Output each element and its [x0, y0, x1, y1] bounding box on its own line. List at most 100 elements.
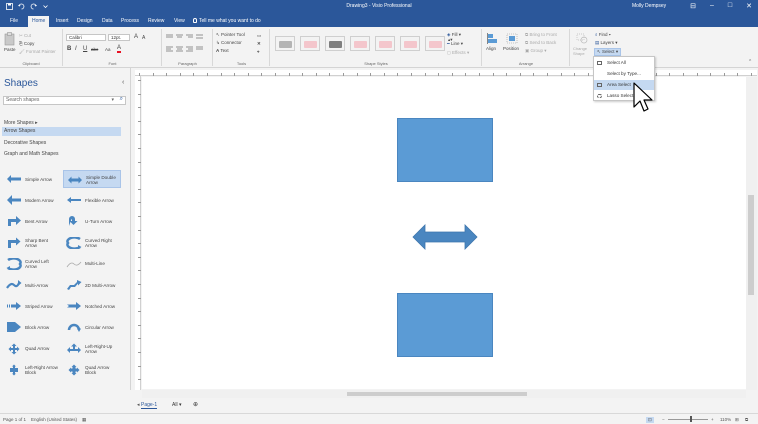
- fit-page-icon[interactable]: ⊡: [646, 417, 654, 423]
- style-swatch[interactable]: [300, 36, 320, 51]
- shape-item-notched-arrow[interactable]: Notched Arrow: [63, 297, 121, 315]
- font-color-button[interactable]: A: [117, 45, 122, 53]
- shape-item-flexible-arrow[interactable]: Flexible Arrow: [63, 191, 121, 209]
- shape-item-quad-arrow[interactable]: Quad Arrow: [3, 340, 61, 358]
- copy-button[interactable]: ⎘ Copy: [19, 41, 34, 46]
- rectangle-tool-icon[interactable]: ▭: [257, 33, 261, 39]
- text-tool-button[interactable]: A Text: [216, 48, 229, 53]
- language-status[interactable]: English (United States): [31, 417, 77, 422]
- maximize-icon[interactable]: □: [728, 2, 732, 10]
- tab-home[interactable]: Home: [28, 16, 50, 27]
- zoom-out-icon[interactable]: −: [662, 417, 665, 422]
- shape-item-multi-arrow[interactable]: Multi-Arrow: [3, 276, 61, 294]
- send-to-back-button[interactable]: ⧉ Send to Back: [525, 40, 556, 45]
- switch-windows-icon[interactable]: ⧉: [745, 417, 748, 422]
- cut-button[interactable]: ✂ Cut: [19, 33, 31, 39]
- zoom-slider[interactable]: [668, 419, 708, 420]
- shape-item-multi-line[interactable]: Multi-Line: [63, 255, 121, 273]
- align-top-icon[interactable]: [166, 34, 206, 41]
- connector-button[interactable]: ↳ Connector: [216, 40, 242, 46]
- minimize-icon[interactable]: –: [710, 2, 714, 10]
- strikethrough-button[interactable]: abc: [91, 47, 98, 52]
- paste-button[interactable]: Paste: [4, 47, 16, 52]
- stencil-graph-math-shapes[interactable]: Graph and Math Shapes: [4, 151, 58, 157]
- change-shape-icon[interactable]: [576, 33, 588, 44]
- shape-item-simple-arrow[interactable]: Simple Arrow: [3, 170, 61, 188]
- add-page-icon[interactable]: ⊕: [193, 401, 198, 408]
- format-painter-button[interactable]: 🖌 Format Painter: [19, 49, 56, 55]
- underline-button[interactable]: U: [83, 46, 87, 52]
- line-button[interactable]: ━ Line ▾: [447, 41, 463, 47]
- fit-window-icon[interactable]: ⊞: [735, 417, 739, 423]
- user-name[interactable]: Molly Dempsey: [632, 3, 666, 9]
- shape-item-left-right-arrow-block[interactable]: Left-Right Arrow Block: [3, 361, 61, 379]
- zoom-level[interactable]: 110%: [720, 417, 731, 422]
- tab-data[interactable]: Data: [98, 16, 117, 27]
- rectangle-shape-top[interactable]: [397, 118, 493, 182]
- shape-item-left-right-up-arrow[interactable]: Left-Right-Up Arrow: [63, 340, 121, 358]
- tab-review[interactable]: Review: [144, 16, 168, 27]
- search-icon[interactable]: ⌕: [120, 96, 123, 103]
- style-swatch[interactable]: [425, 36, 445, 51]
- style-swatch[interactable]: [400, 36, 420, 51]
- shape-item-u-turn-arrow[interactable]: U-Turn Arrow: [63, 212, 121, 230]
- shrink-font-button[interactable]: A: [142, 35, 145, 41]
- align-icon[interactable]: [487, 33, 499, 44]
- change-case-button[interactable]: Aa: [105, 47, 111, 52]
- page-tab-all[interactable]: All ▾: [172, 402, 181, 408]
- double-arrow-shape[interactable]: [412, 224, 478, 250]
- more-shapes-menu[interactable]: More Shapes ▸: [4, 120, 38, 126]
- change-shape-button[interactable]: Change Shape: [573, 46, 593, 56]
- bold-button[interactable]: B: [67, 46, 71, 52]
- menu-item-select-by-type[interactable]: Select by Type...: [594, 69, 654, 79]
- style-swatch[interactable]: [325, 36, 345, 51]
- shape-item-striped-arrow[interactable]: Striped Arrow: [3, 297, 61, 315]
- tab-insert[interactable]: Insert: [52, 16, 73, 27]
- align-left-icon[interactable]: [166, 46, 206, 53]
- collapse-ribbon-icon[interactable]: ⌃: [748, 59, 752, 65]
- zoom-in-icon[interactable]: +: [711, 417, 714, 422]
- ribbon-display-options-icon[interactable]: ⊟: [690, 2, 696, 10]
- page-nav-left-icon[interactable]: ◂: [137, 402, 140, 408]
- zoom-slider-thumb[interactable]: [690, 416, 692, 422]
- shape-item-curved-right-arrow[interactable]: Curved Right Arrow: [63, 234, 121, 252]
- stencil-arrow-shapes[interactable]: Arrow Shapes: [2, 127, 121, 136]
- style-swatch[interactable]: [275, 36, 295, 51]
- shape-item-bent-arrow[interactable]: Bent Arrow: [3, 212, 61, 230]
- menu-item-select-all[interactable]: Select All: [594, 58, 654, 68]
- effects-button[interactable]: ◻ Effects ▾: [447, 50, 469, 56]
- select-button[interactable]: ↖ Select ▾: [594, 48, 622, 56]
- tab-view[interactable]: View: [170, 16, 189, 27]
- shape-item-modern-arrow[interactable]: Modern Arrow: [3, 191, 61, 209]
- grow-font-button[interactable]: A: [134, 34, 138, 40]
- macro-record-icon[interactable]: ▦: [82, 417, 86, 423]
- shape-item-simple-double-arrow[interactable]: Simple Double Arrow: [63, 170, 121, 188]
- connection-point-icon[interactable]: ⌖: [257, 49, 260, 54]
- close-icon[interactable]: ✕: [746, 2, 752, 10]
- find-button[interactable]: ⌕ Find ▾: [595, 32, 611, 37]
- fill-button[interactable]: ◈ Fill ▾: [447, 32, 461, 38]
- horizontal-scroll-thumb[interactable]: [347, 392, 527, 396]
- group-button[interactable]: ▣ Group ▾: [525, 48, 547, 54]
- font-family-select[interactable]: Calibri: [66, 34, 106, 41]
- shape-item-sharp-bent-arrow[interactable]: Sharp Bent Arrow: [3, 234, 61, 252]
- shape-item-2d-multi-arrow[interactable]: 2D Multi-Arrow: [63, 276, 121, 294]
- shape-item-quad-arrow-block[interactable]: Quad Arrow Block: [63, 361, 121, 379]
- tab-design[interactable]: Design: [73, 16, 97, 27]
- style-swatch[interactable]: [375, 36, 395, 51]
- pointer-tool-button[interactable]: ↖ Pointer Tool: [216, 32, 245, 38]
- shape-item-block-arrow[interactable]: Block Arrow: [3, 318, 61, 336]
- align-button[interactable]: Align: [486, 46, 496, 51]
- font-size-select[interactable]: 12pt.: [108, 34, 130, 41]
- rectangle-shape-bottom[interactable]: [397, 293, 493, 357]
- style-swatch[interactable]: [350, 36, 370, 51]
- vertical-scroll-thumb[interactable]: [748, 195, 754, 295]
- stencil-decorative-shapes[interactable]: Decorative Shapes: [4, 140, 46, 146]
- position-icon[interactable]: [506, 33, 518, 44]
- italic-button[interactable]: I: [75, 46, 77, 52]
- paste-icon[interactable]: [4, 32, 15, 46]
- search-shapes-input[interactable]: Search shapes ▾ ⌕: [3, 96, 126, 105]
- tab-process[interactable]: Process: [117, 16, 143, 27]
- shape-item-curved-left-arrow[interactable]: Curved Left Arrow: [3, 255, 61, 273]
- tab-file[interactable]: File: [6, 16, 22, 27]
